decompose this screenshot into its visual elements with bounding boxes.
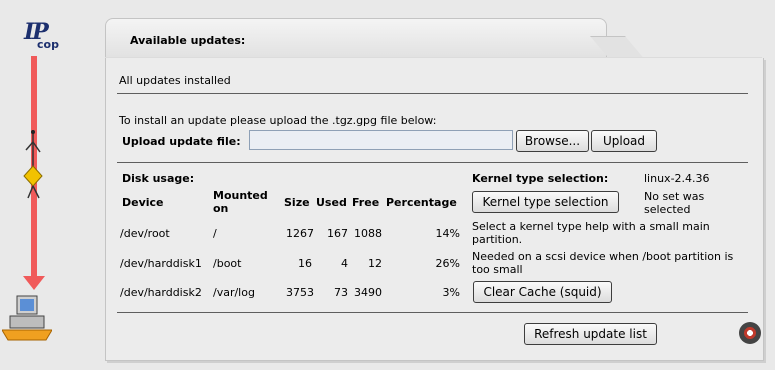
disk-row-size: 16 [298, 257, 312, 270]
disk-row-percentage: 26% [435, 257, 460, 270]
kernel-current: linux-2.4.36 [644, 172, 710, 185]
kernel-help-text-2: partition. [472, 233, 523, 246]
disk-row-mounted: /var/log [213, 286, 255, 299]
disk-row-mounted: /boot [213, 257, 242, 270]
scsi-note: Needed on a scsi device when /boot parti… [472, 250, 734, 263]
disk-row-device: /dev/root [120, 227, 170, 240]
divider [117, 162, 748, 163]
status-message: All updates installed [119, 74, 231, 87]
refresh-update-list-button[interactable]: Refresh update list [524, 323, 657, 345]
scsi-note-2: too small [472, 263, 523, 276]
disk-row-percentage: 3% [442, 286, 460, 299]
disk-row-mounted: / [213, 227, 217, 240]
panel-top-edge [105, 57, 762, 58]
upload-instruction: To install an update please upload the .… [119, 114, 437, 127]
disk-row-free: 12 [368, 257, 382, 270]
help-lifebuoy-icon[interactable] [739, 322, 761, 344]
kernel-help-text: Select a kernel type help with a small m… [472, 220, 710, 233]
col-header-mounted-2: on [213, 202, 229, 215]
disk-row-size: 3753 [286, 286, 314, 299]
logo-text-cop: cop [37, 38, 59, 51]
clear-cache-button[interactable]: Clear Cache (squid) [473, 281, 612, 303]
upload-file-label: Upload update file: [122, 135, 241, 148]
col-header-device: Device [122, 196, 164, 209]
ipcop-logo: IP cop [22, 19, 59, 57]
disk-row-device: /dev/harddisk1 [120, 257, 202, 270]
kernel-type-selection-button[interactable]: Kernel type selection [472, 191, 619, 213]
ipcop-figure-icon [23, 130, 43, 199]
divider [117, 312, 748, 313]
disk-row-free: 1088 [354, 227, 382, 240]
disk-usage-heading: Disk usage: [122, 172, 195, 185]
kernel-heading: Kernel type selection: [472, 172, 609, 185]
kernel-status: No set was [644, 190, 705, 203]
kernel-status-2: selected [644, 203, 691, 216]
disk-row-device: /dev/harddisk2 [120, 286, 202, 299]
disk-row-percentage: 14% [435, 227, 460, 240]
col-header-used: Used [316, 196, 347, 209]
browse-button[interactable]: Browse... [516, 130, 589, 152]
section-title: Available updates: [130, 34, 246, 47]
progress-arrow-head-icon [23, 276, 45, 290]
col-header-mounted: Mounted [213, 189, 268, 202]
disk-row-used: 167 [327, 227, 348, 240]
upload-button[interactable]: Upload [591, 130, 657, 152]
col-header-free: Free [352, 196, 380, 209]
disk-row-size: 1267 [286, 227, 314, 240]
divider [117, 93, 748, 94]
col-header-size: Size [284, 196, 310, 209]
upload-file-input[interactable] [249, 130, 513, 150]
disk-row-free: 3490 [354, 286, 382, 299]
disk-row-used: 4 [341, 257, 348, 270]
computer-icon [2, 295, 52, 341]
disk-row-used: 73 [334, 286, 348, 299]
col-header-percentage: Percentage [386, 196, 457, 209]
